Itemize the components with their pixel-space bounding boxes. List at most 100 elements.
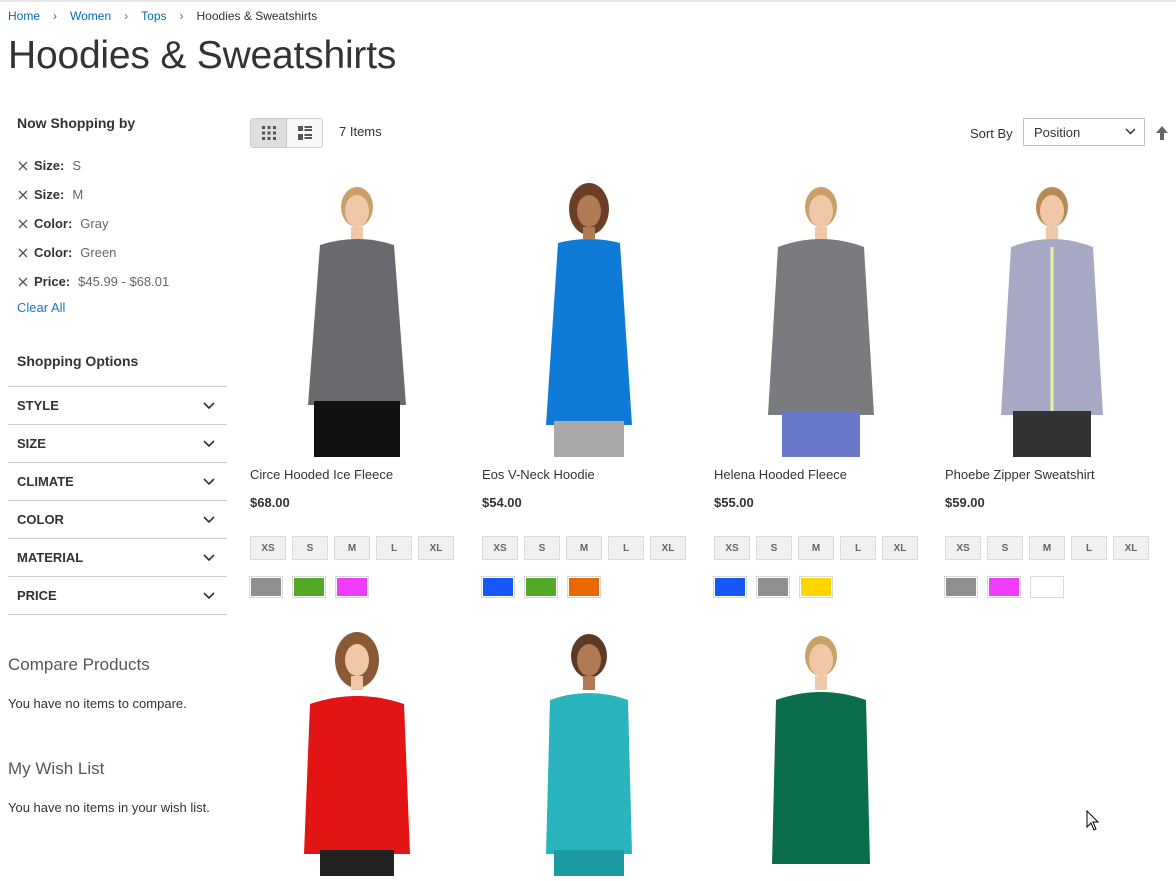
filter-option-label: CLIMATE (17, 474, 74, 489)
color-swatch[interactable] (944, 576, 978, 598)
filter-option-price[interactable]: PRICE (8, 577, 227, 615)
grid-view-icon (261, 126, 276, 140)
breadcrumb-home[interactable]: Home (8, 9, 40, 23)
product-card: Circe Hooded Ice Fleece $68.00 XS S M L … (249, 175, 464, 598)
remove-filter-icon[interactable] (15, 216, 31, 232)
wishlist-empty-text: You have no items in your wish list. (8, 800, 210, 815)
sort-ascending-arrow-icon[interactable] (1156, 126, 1168, 140)
breadcrumb-women[interactable]: Women (70, 9, 111, 23)
wishlist-title: My Wish List (8, 759, 105, 778)
filter-label: Color: (34, 216, 73, 231)
chevron-down-icon (203, 515, 215, 523)
product-price: $54.00 (482, 495, 522, 510)
filter-option-climate[interactable]: CLIMATE (8, 463, 227, 501)
color-swatch[interactable] (481, 576, 515, 598)
remove-filter-icon[interactable] (15, 187, 31, 203)
size-option-m[interactable]: M (566, 536, 602, 560)
size-option-s[interactable]: S (524, 536, 560, 560)
color-swatch[interactable] (713, 576, 747, 598)
product-image[interactable] (714, 624, 928, 876)
filter-value: Gray (80, 216, 109, 231)
list-mode-button[interactable] (287, 119, 322, 147)
filter-option-label: COLOR (17, 512, 64, 527)
product-name-link[interactable]: Circe Hooded Ice Fleece (250, 467, 393, 482)
top-divider (0, 0, 1176, 2)
filter-value: S (72, 158, 82, 173)
filter-label: Price: (34, 274, 71, 289)
active-filter: Price: $45.99 - $68.01 (15, 267, 227, 296)
size-option-l[interactable]: L (608, 536, 644, 560)
color-swatch[interactable] (987, 576, 1021, 598)
remove-filter-icon[interactable] (15, 245, 31, 261)
size-option-s[interactable]: S (292, 536, 328, 560)
product-image[interactable] (482, 624, 696, 876)
size-option-l[interactable]: L (376, 536, 412, 560)
size-option-xl[interactable]: XL (418, 536, 454, 560)
color-swatch[interactable] (292, 576, 326, 598)
size-option-xs[interactable]: XS (250, 536, 286, 560)
remove-filter-icon[interactable] (15, 158, 31, 174)
filter-options: STYLE SIZE CLIMATE COLOR MATERIAL PRICE (8, 386, 227, 615)
remove-filter-icon[interactable] (15, 274, 31, 290)
product-image[interactable] (945, 175, 1159, 457)
sidebar: Now Shopping by Size: S Size: M Color: G… (8, 115, 227, 815)
filter-option-label: MATERIAL (17, 550, 84, 565)
size-option-l[interactable]: L (1071, 536, 1107, 560)
size-option-s[interactable]: S (987, 536, 1023, 560)
compare-empty-text: You have no items to compare. (8, 696, 187, 711)
filter-option-style[interactable]: STYLE (8, 387, 227, 425)
active-filter: Size: S (15, 151, 227, 180)
sort-by-select[interactable]: Position (1023, 118, 1145, 146)
size-option-xl[interactable]: XL (650, 536, 686, 560)
color-swatch[interactable] (756, 576, 790, 598)
grid-mode-button[interactable] (251, 119, 287, 147)
view-modes (250, 118, 323, 148)
chevron-down-icon (203, 477, 215, 485)
color-swatches (249, 576, 369, 598)
products-toolbar: 7 Items Sort By Position (250, 118, 1170, 150)
size-option-s[interactable]: S (756, 536, 792, 560)
sort-by-label: Sort By (970, 126, 1013, 141)
filter-option-color[interactable]: COLOR (8, 501, 227, 539)
size-option-m[interactable]: M (1029, 536, 1065, 560)
filter-option-size[interactable]: SIZE (8, 425, 227, 463)
filter-value: Green (80, 245, 117, 260)
size-option-xs[interactable]: XS (945, 536, 981, 560)
filter-option-material[interactable]: MATERIAL (8, 539, 227, 577)
chevron-down-icon (1125, 128, 1136, 135)
color-swatches (481, 576, 601, 598)
size-option-xs[interactable]: XS (714, 536, 750, 560)
breadcrumb-separator-icon: › (53, 9, 58, 23)
size-option-m[interactable]: M (334, 536, 370, 560)
mouse-cursor-icon (1086, 810, 1100, 831)
color-swatch[interactable] (1030, 576, 1064, 598)
product-image[interactable] (250, 624, 464, 876)
size-option-xl[interactable]: XL (882, 536, 918, 560)
product-image[interactable] (714, 175, 928, 457)
size-options: XS S M L XL (945, 536, 1149, 560)
filter-option-label: SIZE (17, 436, 46, 451)
product-card (714, 624, 928, 876)
breadcrumb-tops[interactable]: Tops (141, 9, 166, 23)
page-title: Hoodies & Sweatshirts (8, 34, 397, 77)
filter-value: $45.99 - $68.01 (78, 274, 170, 289)
size-option-xs[interactable]: XS (482, 536, 518, 560)
clear-all-link[interactable]: Clear All (17, 300, 65, 315)
color-swatch[interactable] (249, 576, 283, 598)
product-image[interactable] (482, 175, 696, 457)
size-option-xl[interactable]: XL (1113, 536, 1149, 560)
product-card (250, 624, 464, 876)
size-option-m[interactable]: M (798, 536, 834, 560)
filter-value: M (72, 187, 84, 202)
product-name-link[interactable]: Phoebe Zipper Sweatshirt (945, 467, 1095, 482)
garment (308, 239, 406, 405)
color-swatch[interactable] (567, 576, 601, 598)
color-swatch[interactable] (799, 576, 833, 598)
product-image[interactable] (250, 175, 464, 457)
size-options: XS S M L XL (250, 536, 454, 560)
color-swatch[interactable] (335, 576, 369, 598)
product-name-link[interactable]: Helena Hooded Fleece (714, 467, 847, 482)
size-option-l[interactable]: L (840, 536, 876, 560)
product-name-link[interactable]: Eos V-Neck Hoodie (482, 467, 595, 482)
color-swatch[interactable] (524, 576, 558, 598)
